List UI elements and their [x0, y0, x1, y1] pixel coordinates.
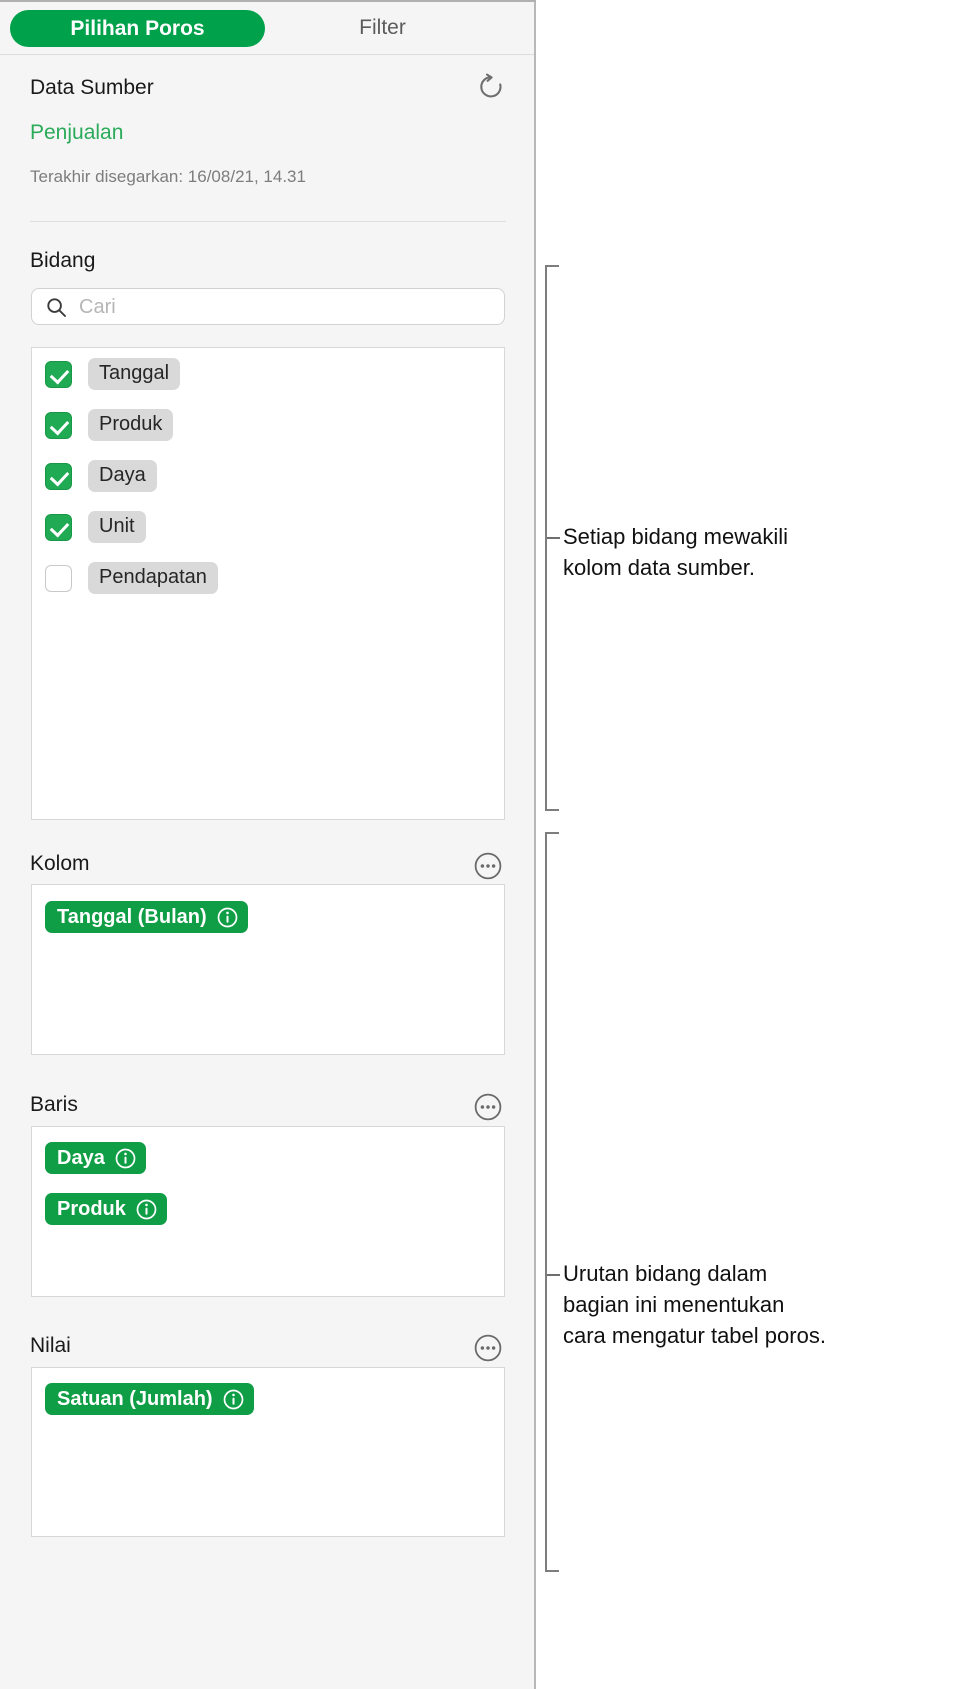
info-icon[interactable] — [223, 1389, 244, 1410]
field-label: Daya — [88, 460, 157, 492]
checkbox-tanggal[interactable] — [45, 361, 72, 388]
token-tanggal-bulan[interactable]: Tanggal (Bulan) — [45, 901, 248, 933]
token-satuan-jumlah[interactable]: Satuan (Jumlah) — [45, 1383, 254, 1415]
dropzone-baris[interactable]: Daya Produk — [31, 1126, 505, 1297]
token-label: Satuan (Jumlah) — [57, 1388, 213, 1411]
field-label: Pendapatan — [88, 562, 218, 594]
fields-list: Tanggal Produk Daya Unit Pendapatan — [31, 347, 505, 820]
callout-tick-zones — [547, 1274, 560, 1276]
token-produk[interactable]: Produk — [45, 1193, 167, 1225]
dropzone-nilai[interactable]: Satuan (Jumlah) — [31, 1367, 505, 1537]
search-icon — [46, 297, 67, 318]
refresh-icon[interactable] — [474, 70, 508, 104]
checkbox-daya[interactable] — [45, 463, 72, 490]
field-item-pendapatan[interactable]: Pendapatan — [45, 561, 218, 595]
data-source-name[interactable]: Penjualan — [30, 121, 123, 145]
last-refreshed-label: Terakhir disegarkan: 16/08/21, 14.31 — [30, 167, 306, 187]
search-input[interactable] — [77, 289, 496, 326]
field-item-produk[interactable]: Produk — [45, 408, 173, 442]
search-field[interactable] — [31, 288, 505, 325]
fields-section-label: Bidang — [30, 249, 95, 273]
section-divider — [30, 221, 506, 222]
callout-tick-fields — [547, 537, 560, 539]
checkbox-produk[interactable] — [45, 412, 72, 439]
info-icon[interactable] — [217, 907, 238, 928]
zone-label-kolom: Kolom — [30, 852, 90, 876]
callout-text-zones: Urutan bidang dalam bagian ini menentuka… — [563, 1258, 963, 1351]
zone-label-baris: Baris — [30, 1093, 78, 1117]
token-label: Produk — [57, 1198, 126, 1221]
panel-tabbar: Pilihan Poros Filter — [0, 2, 534, 54]
zone-label-nilai: Nilai — [30, 1334, 71, 1358]
more-options-icon-nilai[interactable] — [473, 1333, 503, 1363]
data-source-title: Data Sumber — [30, 76, 154, 100]
more-options-icon-baris[interactable] — [473, 1092, 503, 1122]
checkbox-unit[interactable] — [45, 514, 72, 541]
field-label: Produk — [88, 409, 173, 441]
tab-filter[interactable]: Filter — [265, 10, 500, 46]
callout-bracket-zones — [545, 832, 559, 1572]
field-label: Tanggal — [88, 358, 180, 390]
field-label: Unit — [88, 511, 146, 543]
info-icon[interactable] — [136, 1199, 157, 1220]
callout-text-fields: Setiap bidang mewakili kolom data sumber… — [563, 521, 893, 583]
checkbox-pendapatan[interactable] — [45, 565, 72, 592]
field-item-unit[interactable]: Unit — [45, 510, 146, 544]
dropzone-kolom[interactable]: Tanggal (Bulan) — [31, 884, 505, 1055]
tab-pilihan-poros[interactable]: Pilihan Poros — [10, 10, 265, 47]
pivot-options-panel: Pilihan Poros Filter Data Sumber Penjual… — [0, 0, 536, 1689]
info-icon[interactable] — [115, 1148, 136, 1169]
token-label: Tanggal (Bulan) — [57, 906, 207, 929]
token-label: Daya — [57, 1147, 105, 1170]
field-item-tanggal[interactable]: Tanggal — [45, 357, 180, 391]
field-item-daya[interactable]: Daya — [45, 459, 157, 493]
more-options-icon-kolom[interactable] — [473, 851, 503, 881]
screenshot-root: Pilihan Poros Filter Data Sumber Penjual… — [0, 0, 971, 1689]
token-daya[interactable]: Daya — [45, 1142, 146, 1174]
tabbar-divider — [0, 54, 534, 55]
